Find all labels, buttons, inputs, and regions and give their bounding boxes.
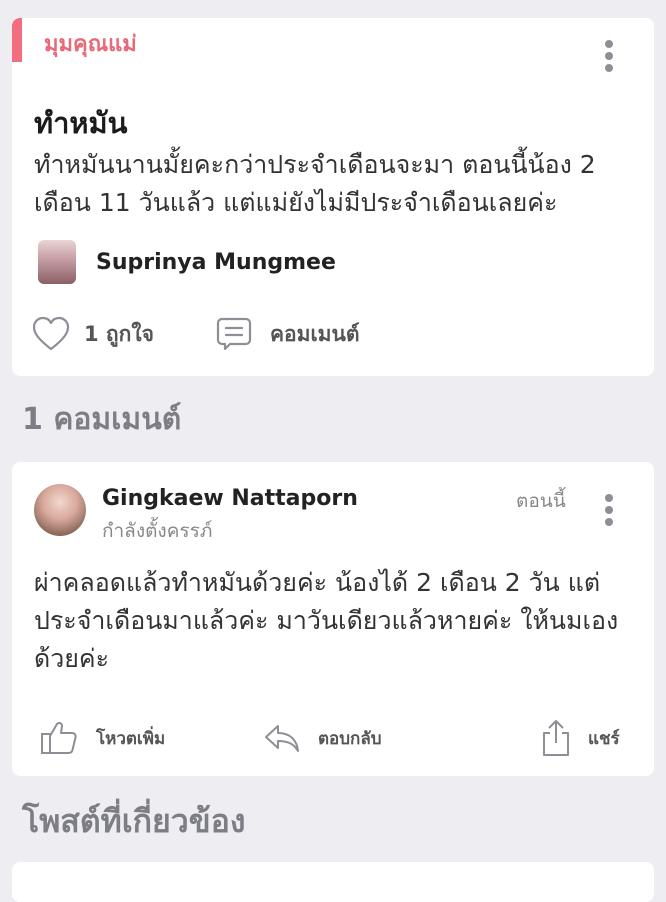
like-count-label: 1 ถูกใจ <box>84 321 154 346</box>
comment-body: ผ่าคลอดแล้วทำหมันด้วยค่ะ น้องได้ 2 เดือน… <box>34 568 619 673</box>
post-card: มุมคุณแม่ ทำหมัน ทำหมันนานมั้ยคะกว่าประจ… <box>12 18 654 376</box>
post-author-avatar[interactable] <box>38 240 76 284</box>
thumbs-up-icon <box>41 721 77 754</box>
share-label: แชร์ <box>588 728 620 749</box>
post-author-name[interactable]: Suprinya Mungmee <box>96 250 336 275</box>
commenter-avatar[interactable] <box>34 484 86 536</box>
speech-bubble-icon <box>216 317 252 351</box>
heart-icon <box>32 316 70 351</box>
related-post-card[interactable] <box>12 862 654 902</box>
post-body: ทำหมันนานมั้ยคะกว่าประจำเดือนจะมา ตอนนี้… <box>34 150 596 217</box>
upvote-label: โหวตเพิ่ม <box>96 728 166 749</box>
commenter-status: กำลังตั้งครรภ์ <box>102 520 213 542</box>
comment-button-label: คอมเมนต์ <box>270 321 360 346</box>
reply-label: ตอบกลับ <box>318 728 382 749</box>
post-more-options-icon[interactable] <box>597 36 621 76</box>
comments-count-heading: 1 คอมเมนต์ <box>22 402 182 437</box>
share-button[interactable]: แชร์ <box>540 718 620 758</box>
comment-card: Gingkaew Nattaporn กำลังตั้งครรภ์ ตอนนี้… <box>12 462 654 776</box>
reply-button[interactable]: ตอบกลับ <box>264 718 382 758</box>
comment-button[interactable]: คอมเมนต์ <box>216 314 360 354</box>
post-category[interactable]: มุมคุณแม่ <box>44 26 137 61</box>
post-action-bar: 1 ถูกใจ คอมเมนต์ <box>32 314 632 354</box>
related-posts-heading: โพสต์ที่เกี่ยวข้อง <box>22 802 246 840</box>
comment-timestamp: ตอนนี้ <box>516 490 566 512</box>
comment-more-options-icon[interactable] <box>597 490 621 530</box>
reply-arrow-icon <box>265 725 299 752</box>
share-icon <box>543 720 569 756</box>
comment-action-bar: โหวตเพิ่ม ตอบกลับ แชร์ <box>40 718 630 758</box>
like-button[interactable]: 1 ถูกใจ <box>32 314 154 354</box>
commenter-name[interactable]: Gingkaew Nattaporn <box>102 486 358 511</box>
category-accent-bar <box>12 18 22 62</box>
post-title: ทำหมัน <box>34 106 128 140</box>
upvote-button[interactable]: โหวตเพิ่ม <box>40 718 165 758</box>
